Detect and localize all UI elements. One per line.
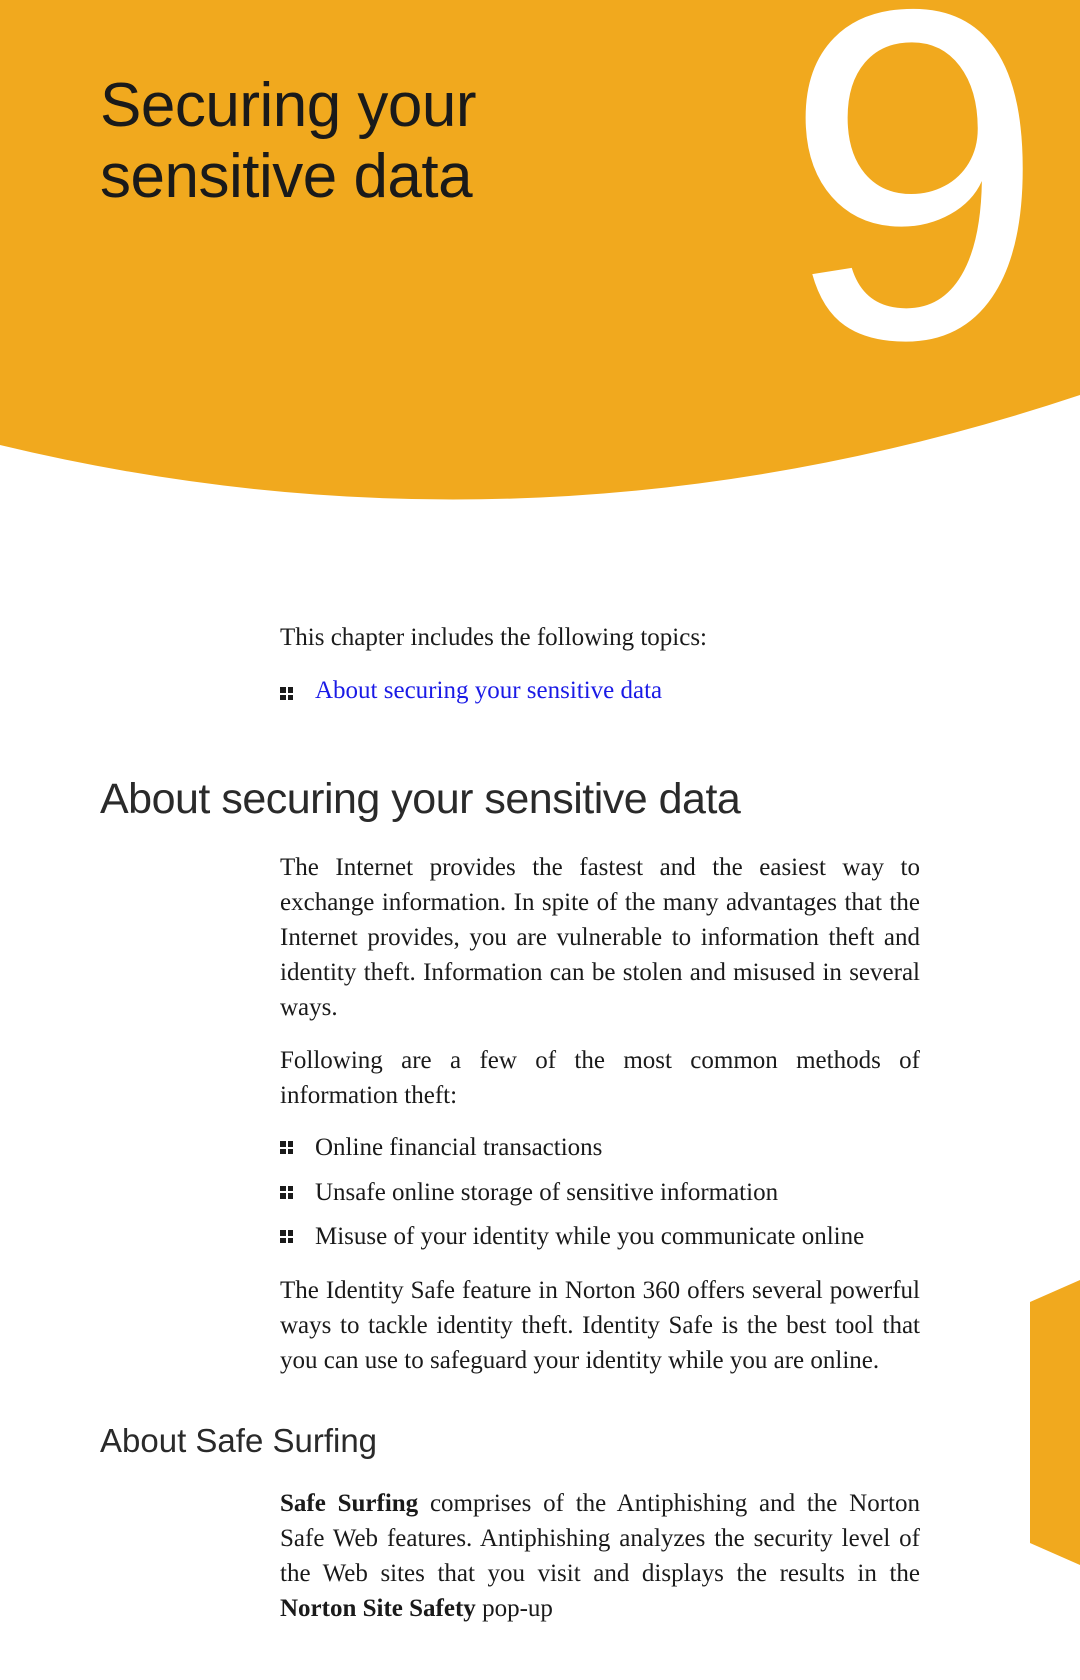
bullet-icon [280,687,293,700]
chapter-intro: This chapter includes the following topi… [280,620,900,655]
chapter-title: Securing your sensitive data [100,70,476,213]
subsection-heading-safe-surfing: About Safe Surfing [100,1422,1080,1460]
bold-safe-surfing: Safe Surfing [280,1490,418,1517]
section-para-3: The Identity Safe feature in Norton 360 … [280,1273,920,1378]
theft-methods-list: Online financial transactions Unsafe onl… [280,1131,920,1255]
chapter-title-line1: Securing your [100,71,476,140]
section-para-1: The Internet provides the fastest and th… [280,850,920,1025]
subsection-para-suffix: pop-up [476,1595,553,1622]
topic-link-about-securing[interactable]: About securing your sensitive data [315,677,662,705]
page-content: This chapter includes the following topi… [0,620,1080,1626]
list-item-text: Online financial transactions [315,1131,602,1166]
list-item: Online financial transactions [280,1131,920,1166]
bullet-icon [280,1186,293,1199]
topic-item: About securing your sensitive data [280,677,900,705]
chapter-topic-list: About securing your sensitive data [280,677,900,705]
bullet-icon [280,1141,293,1154]
list-item-text: Misuse of your identity while you commun… [315,1220,864,1255]
list-item-text: Unsafe online storage of sensitive infor… [315,1176,778,1211]
section-para-2: Following are a few of the most common m… [280,1043,920,1113]
chapter-number: 9 [784,0,1025,410]
list-item: Unsafe online storage of sensitive infor… [280,1176,920,1211]
section-heading-about-securing: About securing your sensitive data [100,775,1080,824]
list-item: Misuse of your identity while you commun… [280,1220,920,1255]
bold-norton-site-safety: Norton Site Safety [280,1595,476,1622]
bullet-icon [280,1230,293,1243]
chapter-title-line2: sensitive data [100,142,472,211]
subsection-para: Safe Surfing comprises of the Antiphishi… [280,1486,920,1626]
